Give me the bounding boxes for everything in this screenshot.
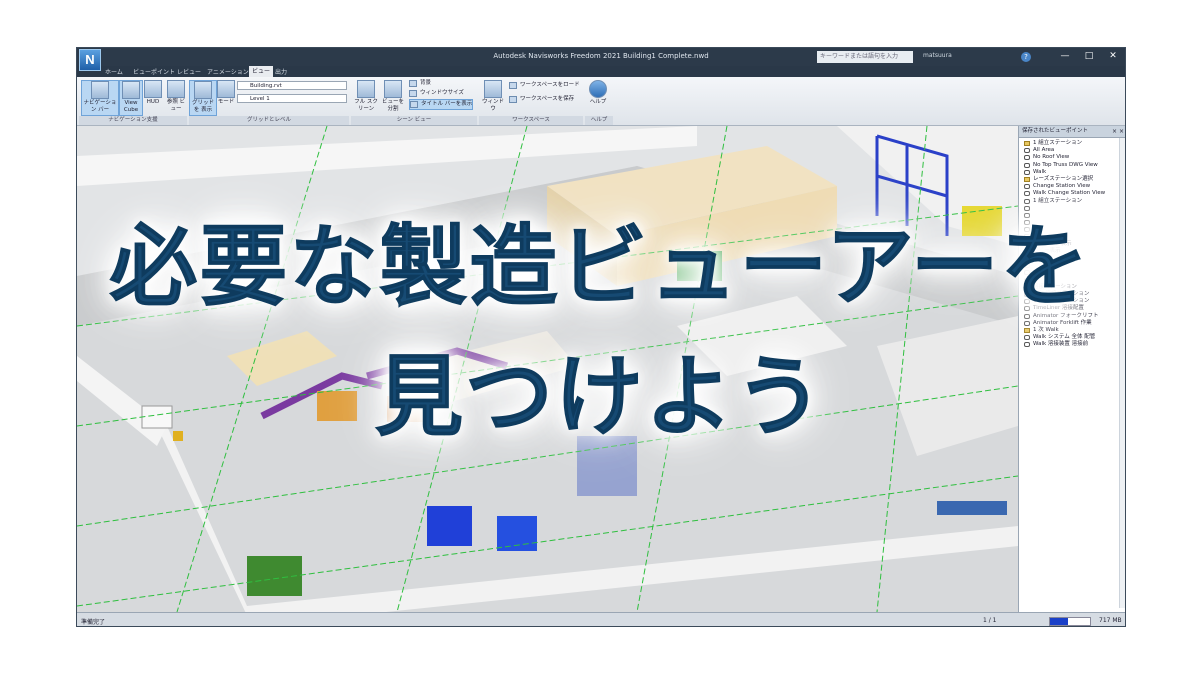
minimize-button[interactable]: —: [1057, 50, 1073, 63]
viewpoint-folder[interactable]: レーズステーション選択: [1023, 176, 1118, 183]
navisworks-window: N Autodesk Navisworks Freedom 2021 Build…: [76, 47, 1126, 627]
split-view-button[interactable]: ビューを 分割: [381, 80, 405, 113]
grid-icon: [194, 81, 212, 99]
level-select[interactable]: Level 1: [237, 94, 347, 103]
status-bar: 準備完了 1 / 1 717 MB: [77, 612, 1125, 626]
building-select[interactable]: Building.rvt: [237, 81, 347, 90]
headline-line-1: 必要な製造ビューアーを: [109, 215, 1091, 319]
tab-animation[interactable]: アニメーション: [207, 67, 249, 76]
close-button[interactable]: ✕: [1105, 50, 1121, 63]
help-icon: [589, 80, 607, 98]
window-size-button[interactable]: ウィンドウサイズ: [409, 89, 464, 98]
hud-label: HUD: [146, 99, 160, 105]
ribbon-tabs: ホーム ビューポイント レビュー アニメーション ビュー 出力: [77, 66, 1125, 77]
title-bar: N Autodesk Navisworks Freedom 2021 Build…: [77, 48, 1125, 71]
windows-label: ウィンドウ: [481, 99, 504, 112]
view-cube-label: View Cube: [123, 100, 139, 113]
viewpoint-item[interactable]: 1 組立ステーション: [1023, 198, 1118, 205]
viewpoint-item[interactable]: [1023, 205, 1118, 212]
fullscreen-icon: [357, 80, 375, 98]
mode-label: モード: [217, 99, 235, 105]
page-counter: 1 / 1: [983, 617, 997, 624]
navigation-bar-label: ナビゲーション バー: [83, 100, 117, 113]
search-input[interactable]: キーワードまたは語句を入力: [817, 51, 913, 63]
windows-button[interactable]: ウィンドウ: [481, 80, 505, 113]
viewpoint-item[interactable]: All Area: [1023, 147, 1118, 154]
tab-view[interactable]: ビュー: [249, 66, 274, 77]
split-view-icon: [384, 80, 402, 98]
viewpoint-item[interactable]: Walk: [1023, 169, 1118, 176]
viewpoint-item[interactable]: No Top Truss DWG View: [1023, 162, 1118, 169]
split-view-label: ビューを 分割: [381, 99, 404, 112]
user-name[interactable]: matsuura: [923, 52, 952, 59]
group-navigation-aids: ナビゲーション支援: [79, 116, 187, 125]
windows-strip: [937, 501, 1007, 515]
memory-bar: [1049, 617, 1091, 626]
tab-review[interactable]: レビュー: [177, 67, 201, 76]
tab-output[interactable]: 出力: [275, 67, 287, 76]
reference-view-icon: [167, 80, 185, 98]
group-grids-levels: グリッドとレベル: [189, 116, 349, 125]
headline-line-2: 見つけよう: [374, 345, 825, 449]
navigation-bar-button[interactable]: ナビゲーション バー: [81, 80, 119, 116]
group-workspace: ワークスペース: [479, 116, 583, 125]
mode-icon: [217, 80, 235, 98]
memory-fill: [1050, 618, 1068, 625]
title-bar-toggle[interactable]: タイトル バーを表示: [409, 99, 474, 110]
view-cube-button[interactable]: View Cube: [119, 80, 143, 116]
show-grid-button[interactable]: グリッドを 表示: [189, 80, 217, 116]
group-help: ヘルプ: [585, 116, 613, 125]
view-cube-icon: [122, 81, 140, 99]
memory-value: 717 MB: [1099, 617, 1122, 624]
reference-view-button[interactable]: 参照 ビュー: [165, 80, 187, 113]
background-button[interactable]: 背景: [409, 79, 431, 88]
viewpoint-item[interactable]: No Roof View: [1023, 154, 1118, 161]
hud-button[interactable]: HUD: [143, 80, 163, 106]
load-workspace-button[interactable]: ワークスペースをロード: [509, 81, 580, 90]
help-icon[interactable]: ?: [1021, 52, 1031, 62]
windows-icon: [484, 80, 502, 98]
blue-machine-2: [497, 516, 537, 551]
blue-machine-1: [427, 506, 472, 546]
window-title: Autodesk Navisworks Freedom 2021 Buildin…: [493, 52, 709, 60]
save-workspace-button[interactable]: ワークスペースを保存: [509, 95, 574, 104]
tab-viewpoint[interactable]: ビューポイント: [133, 67, 175, 76]
tab-home[interactable]: ホーム: [105, 67, 123, 76]
viewpoint-item[interactable]: Change Station View: [1023, 183, 1118, 190]
viewpoint-item[interactable]: Walk Change Station View: [1023, 190, 1118, 197]
viewpoint-folder[interactable]: 1 組立ステーション: [1023, 140, 1118, 147]
navigation-bar-icon: [91, 81, 109, 99]
show-grid-label: グリッドを 表示: [191, 100, 214, 113]
reference-view-label: 参照 ビュー: [166, 99, 186, 112]
group-scene-view: シーン ビュー: [351, 116, 477, 125]
viewpoint-folder[interactable]: 1 次 Walk: [1023, 327, 1118, 334]
mode-button[interactable]: モード: [217, 80, 235, 106]
hud-icon: [144, 80, 162, 98]
help-label: ヘルプ: [589, 99, 607, 105]
panel-header: 保存されたビューポイント × ×: [1019, 126, 1125, 138]
fullscreen-button[interactable]: フル スクリーン: [353, 80, 379, 113]
status-text: 準備完了: [81, 619, 106, 626]
panel-title: 保存されたビューポイント: [1022, 128, 1089, 134]
panel-close-icon[interactable]: × ×: [1112, 126, 1124, 137]
ribbon: ナビゲーション バー View Cube HUD 参照 ビュー グリッドを 表示…: [77, 77, 1125, 126]
help-button[interactable]: ヘルプ: [587, 80, 609, 106]
fullscreen-label: フル スクリーン: [354, 99, 378, 112]
maximize-button[interactable]: □: [1081, 50, 1097, 63]
app-logo[interactable]: N: [79, 49, 101, 71]
